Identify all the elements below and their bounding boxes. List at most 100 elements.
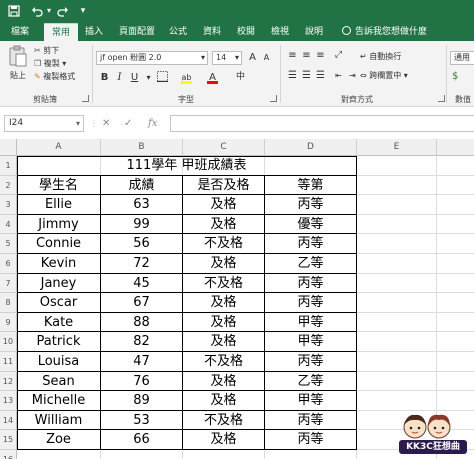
paste-button[interactable]: 貼上 bbox=[6, 45, 30, 83]
data-cell[interactable]: 及格 bbox=[183, 332, 265, 352]
data-cell[interactable]: 47 bbox=[101, 352, 183, 372]
data-cell[interactable]: 45 bbox=[101, 273, 183, 294]
data-cell[interactable]: 丙等 bbox=[265, 410, 357, 431]
data-cell[interactable]: 89 bbox=[101, 391, 183, 411]
borders-icon[interactable] bbox=[156, 71, 169, 84]
row-header[interactable]: 3 bbox=[0, 195, 17, 215]
data-cell[interactable]: William bbox=[17, 410, 101, 431]
tab-file[interactable]: 檔案 bbox=[6, 23, 34, 41]
data-cell[interactable]: 丙等 bbox=[265, 352, 357, 372]
align-middle-icon[interactable]: ≡ bbox=[300, 49, 313, 62]
fill-color-button[interactable]: ab bbox=[180, 71, 193, 84]
data-cell[interactable]: 99 bbox=[101, 214, 183, 235]
data-cell[interactable]: 66 bbox=[101, 430, 183, 450]
column-header-f[interactable] bbox=[437, 139, 474, 156]
name-box[interactable]: I24 ▾ bbox=[4, 115, 84, 132]
chevron-down-icon[interactable]: ▾ bbox=[142, 71, 155, 84]
align-bottom-icon[interactable]: ≡ bbox=[314, 49, 327, 62]
data-cell[interactable]: 88 bbox=[101, 312, 183, 333]
data-cell[interactable]: Connie bbox=[17, 234, 101, 254]
data-cell[interactable]: 63 bbox=[101, 195, 183, 215]
data-cell[interactable]: 67 bbox=[101, 293, 183, 313]
header-cell[interactable]: 等第 bbox=[265, 175, 357, 196]
sheet-title-cell[interactable]: 111學年 甲班成績表 bbox=[17, 156, 357, 176]
save-icon[interactable] bbox=[6, 3, 22, 19]
row-header[interactable]: 4 bbox=[0, 214, 17, 235]
data-cell[interactable]: 及格 bbox=[183, 391, 265, 411]
data-cell[interactable]: 優等 bbox=[265, 214, 357, 235]
accounting-format-icon[interactable]: $ bbox=[452, 71, 458, 83]
font-size-select[interactable]: 14 ▾ bbox=[212, 51, 242, 65]
data-cell[interactable]: 丙等 bbox=[265, 273, 357, 294]
alignment-launcher-icon[interactable] bbox=[438, 95, 445, 102]
shrink-font-button[interactable]: A bbox=[260, 51, 273, 64]
data-cell[interactable]: Louisa bbox=[17, 352, 101, 372]
tab-formulas[interactable]: 公式 bbox=[164, 23, 192, 41]
formula-input[interactable] bbox=[170, 115, 474, 132]
row-header[interactable]: 9 bbox=[0, 312, 17, 333]
data-cell[interactable]: 丙等 bbox=[265, 195, 357, 215]
orientation-icon[interactable]: ⤢ bbox=[332, 49, 345, 62]
data-cell[interactable]: Oscar bbox=[17, 293, 101, 313]
data-cell[interactable]: Zoe bbox=[17, 430, 101, 450]
enter-icon[interactable]: ✓ bbox=[124, 115, 132, 132]
data-cell[interactable]: 53 bbox=[101, 410, 183, 431]
insert-function-icon[interactable]: fx bbox=[148, 115, 157, 132]
format-painter-button[interactable]: ✎ 複製格式 bbox=[34, 71, 75, 83]
data-cell[interactable]: 甲等 bbox=[265, 332, 357, 352]
data-cell[interactable]: Ellie bbox=[17, 195, 101, 215]
header-cell[interactable]: 是否及格 bbox=[183, 175, 265, 196]
data-cell[interactable]: 不及格 bbox=[183, 234, 265, 254]
font-color-button[interactable]: A bbox=[206, 71, 219, 84]
number-format-select[interactable]: 通用 bbox=[450, 51, 474, 65]
undo-icon[interactable] bbox=[30, 3, 44, 19]
font-launcher-icon[interactable] bbox=[270, 95, 277, 102]
data-cell[interactable]: 丙等 bbox=[265, 293, 357, 313]
row-header[interactable]: 5 bbox=[0, 234, 17, 254]
column-header-b[interactable]: B bbox=[101, 139, 183, 156]
row-header[interactable]: 12 bbox=[0, 371, 17, 392]
row-header[interactable]: 15 bbox=[0, 430, 17, 450]
tab-page-layout[interactable]: 頁面配置 bbox=[114, 23, 160, 41]
row-header[interactable]: 8 bbox=[0, 293, 17, 313]
tab-help[interactable]: 說明 bbox=[300, 23, 328, 41]
data-cell[interactable]: 及格 bbox=[183, 214, 265, 235]
decrease-indent-icon[interactable]: ⇤ bbox=[332, 69, 345, 82]
clipboard-launcher-icon[interactable] bbox=[82, 95, 89, 102]
tab-home[interactable]: 常用 bbox=[44, 23, 78, 41]
header-cell[interactable]: 學生名 bbox=[17, 175, 101, 196]
underline-button[interactable]: U bbox=[128, 71, 141, 84]
column-header-d[interactable]: D bbox=[265, 139, 357, 156]
data-cell[interactable]: Jimmy bbox=[17, 214, 101, 235]
header-cell[interactable]: 成績 bbox=[101, 175, 183, 196]
row-header[interactable]: 13 bbox=[0, 391, 17, 411]
phonetic-guide-button[interactable]: 中 bbox=[234, 71, 247, 84]
data-cell[interactable]: Kate bbox=[17, 312, 101, 333]
row-header[interactable]: 14 bbox=[0, 410, 17, 431]
data-cell[interactable]: 不及格 bbox=[183, 273, 265, 294]
row-header[interactable]: 11 bbox=[0, 352, 17, 372]
undo-dropdown-icon[interactable]: ▾ bbox=[44, 3, 54, 19]
align-center-icon[interactable]: ☰ bbox=[300, 69, 313, 82]
align-right-icon[interactable]: ☰ bbox=[314, 69, 327, 82]
data-cell[interactable]: 及格 bbox=[183, 371, 265, 392]
data-cell[interactable]: Michelle bbox=[17, 391, 101, 411]
copy-button[interactable]: ❐ 複製 ▾ bbox=[34, 58, 66, 70]
cancel-icon[interactable]: ✕ bbox=[102, 115, 110, 132]
data-cell[interactable]: Patrick bbox=[17, 332, 101, 352]
tab-insert[interactable]: 插入 bbox=[80, 23, 108, 41]
bold-button[interactable]: B bbox=[98, 71, 111, 84]
customize-toolbar-icon[interactable]: ▾ bbox=[76, 3, 90, 19]
data-cell[interactable]: 乙等 bbox=[265, 371, 357, 392]
row-header[interactable]: 2 bbox=[0, 175, 17, 196]
data-cell[interactable]: 甲等 bbox=[265, 391, 357, 411]
data-cell[interactable]: 甲等 bbox=[265, 312, 357, 333]
data-cell[interactable]: 及格 bbox=[183, 312, 265, 333]
data-cell[interactable]: 及格 bbox=[183, 430, 265, 450]
row-header[interactable]: 6 bbox=[0, 254, 17, 274]
italic-button[interactable]: I bbox=[113, 71, 126, 84]
data-cell[interactable]: 76 bbox=[101, 371, 183, 392]
data-cell[interactable]: 及格 bbox=[183, 254, 265, 274]
tab-review[interactable]: 校閱 bbox=[232, 23, 260, 41]
font-name-select[interactable]: jf open 粉圓 2.0 ▾ bbox=[96, 51, 208, 65]
